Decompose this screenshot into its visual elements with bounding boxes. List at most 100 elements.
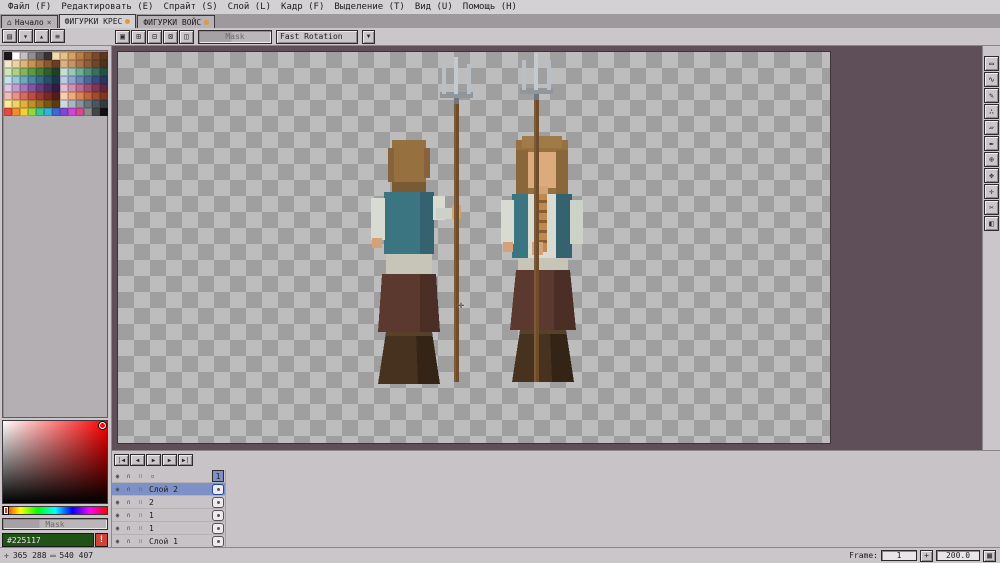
lock-icon[interactable]: ∩	[123, 486, 134, 493]
palette-swatch[interactable]	[28, 84, 36, 92]
first-frame-button[interactable]: |◀	[114, 454, 129, 466]
palette-swatch[interactable]	[68, 108, 76, 116]
palette-swatch[interactable]	[44, 76, 52, 84]
palette-swatch[interactable]	[52, 68, 60, 76]
palette-swatch[interactable]	[60, 100, 68, 108]
layer-row[interactable]: ◉ ∩ ∷ 1	[112, 509, 225, 522]
palette-swatch[interactable]	[76, 100, 84, 108]
palette-swatch[interactable]	[4, 76, 12, 84]
palette-swatch[interactable]	[76, 60, 84, 68]
foreground-color-display[interactable]: #225117	[2, 533, 94, 547]
palette-swatch[interactable]	[44, 52, 52, 60]
tab-figurki-voisk[interactable]: ФИГУРКИ ВОЙС	[137, 15, 216, 28]
menu-item-4[interactable]: Кадр (F)	[276, 0, 329, 14]
palette-lock-button[interactable]: ▤	[2, 29, 17, 43]
eye-icon[interactable]: ◉	[112, 499, 123, 506]
palette-swatch[interactable]	[60, 68, 68, 76]
timeline-options-icon[interactable]: ▫	[147, 473, 158, 480]
palette-swatch[interactable]	[20, 108, 28, 116]
palette-swatch[interactable]	[92, 108, 100, 116]
rotation-dropdown[interactable]: Fast Rotation	[276, 29, 358, 44]
frame-plus-button[interactable]: +	[920, 549, 933, 562]
eye-icon[interactable]: ◉	[112, 512, 123, 519]
selection-intersect-button[interactable]: ⊠	[163, 29, 178, 44]
palette-swatch[interactable]	[20, 84, 28, 92]
palette-swatch[interactable]	[100, 68, 108, 76]
continuous-icon[interactable]: ∷	[134, 512, 147, 519]
eyedropper-tool-button[interactable]: ✒	[984, 136, 999, 151]
palette-swatch[interactable]	[84, 60, 92, 68]
lasso-tool-button[interactable]: ∿	[984, 72, 999, 87]
eye-icon[interactable]: ◉	[112, 525, 123, 532]
selection-subtract-button[interactable]: ⊟	[147, 29, 162, 44]
mask-slider[interactable]: Mask	[198, 29, 272, 44]
palette-swatch[interactable]	[4, 52, 12, 60]
palette-swatch[interactable]	[68, 100, 76, 108]
palette-swatch[interactable]	[12, 76, 20, 84]
palette-swatch[interactable]	[76, 52, 84, 60]
selection-options-button[interactable]: ◫	[179, 29, 194, 44]
bucket-tool-button[interactable]: ◧	[984, 216, 999, 231]
zoom-input[interactable]: 200.0	[936, 550, 980, 561]
menu-item-7[interactable]: Помощь (H)	[458, 0, 522, 14]
continuous-column-icon[interactable]: ∷	[134, 473, 147, 480]
hand-tool-button[interactable]: ✥	[984, 168, 999, 183]
palette-swatch[interactable]	[92, 52, 100, 60]
play-button[interactable]: ▶	[146, 454, 161, 466]
color-picker-gradient[interactable]	[2, 420, 108, 504]
palette-swatch[interactable]	[100, 76, 108, 84]
palette-swatch[interactable]	[20, 52, 28, 60]
palette-swatch[interactable]	[84, 92, 92, 100]
palette-swatch[interactable]	[36, 68, 44, 76]
zoom-tool-button[interactable]: ⊕	[984, 152, 999, 167]
continuous-icon[interactable]: ∷	[134, 538, 147, 545]
tab-figurki-krest[interactable]: ФИГУРКИ КРЕС	[58, 14, 137, 28]
palette-swatch[interactable]	[20, 76, 28, 84]
cel-box[interactable]	[212, 483, 224, 495]
palette-swatch[interactable]	[12, 92, 20, 100]
close-icon[interactable]: ×	[47, 18, 52, 27]
palette-swatch[interactable]	[52, 108, 60, 116]
palette-swatch[interactable]	[20, 68, 28, 76]
continuous-icon[interactable]: ∷	[134, 499, 147, 506]
palette-swatch[interactable]	[60, 76, 68, 84]
cel-box[interactable]	[212, 509, 224, 521]
palette-sort-button[interactable]: ▾	[18, 29, 33, 43]
menu-item-3[interactable]: Слой (L)	[223, 0, 276, 14]
palette-swatch[interactable]	[36, 84, 44, 92]
move-tool-button[interactable]: ✛	[984, 184, 999, 199]
palette-options-button[interactable]: ≡	[50, 29, 65, 43]
grid-icon[interactable]: ▦	[983, 549, 996, 562]
palette-swatch[interactable]	[44, 68, 52, 76]
palette-swatch[interactable]	[76, 92, 84, 100]
selection-replace-button[interactable]: ▣	[115, 29, 130, 44]
lock-icon[interactable]: ∩	[123, 525, 134, 532]
palette-swatch[interactable]	[52, 92, 60, 100]
palette-swatch[interactable]	[92, 60, 100, 68]
palette-swatch[interactable]	[4, 92, 12, 100]
palette-swatch[interactable]	[84, 68, 92, 76]
palette-swatch[interactable]	[100, 100, 108, 108]
palette-swatch[interactable]	[68, 92, 76, 100]
palette-swatch[interactable]	[36, 52, 44, 60]
cel-box[interactable]	[212, 535, 224, 547]
palette-swatch[interactable]	[76, 68, 84, 76]
menu-item-0[interactable]: Файл (F)	[3, 0, 56, 14]
eraser-tool-button[interactable]: ▱	[984, 120, 999, 135]
lock-icon[interactable]: ∩	[123, 512, 134, 519]
next-frame-button[interactable]: ▶	[162, 454, 177, 466]
mask-color-box[interactable]: Mask	[2, 518, 108, 530]
palette-swatch[interactable]	[76, 108, 84, 116]
palette-swatch[interactable]	[68, 76, 76, 84]
frame-number-header[interactable]: 1	[212, 470, 224, 482]
palette-swatch[interactable]	[100, 84, 108, 92]
palette-swatch[interactable]	[44, 108, 52, 116]
pencil-tool-button[interactable]: ✎	[984, 88, 999, 103]
layer-row[interactable]: ◉ ∩ ∷ 1	[112, 522, 225, 535]
palette-swatch[interactable]	[12, 84, 20, 92]
palette-swatch[interactable]	[60, 84, 68, 92]
palette-swatch[interactable]	[52, 100, 60, 108]
palette-swatch[interactable]	[76, 76, 84, 84]
palette-swatch[interactable]	[12, 60, 20, 68]
slice-tool-button[interactable]: ✂	[984, 200, 999, 215]
